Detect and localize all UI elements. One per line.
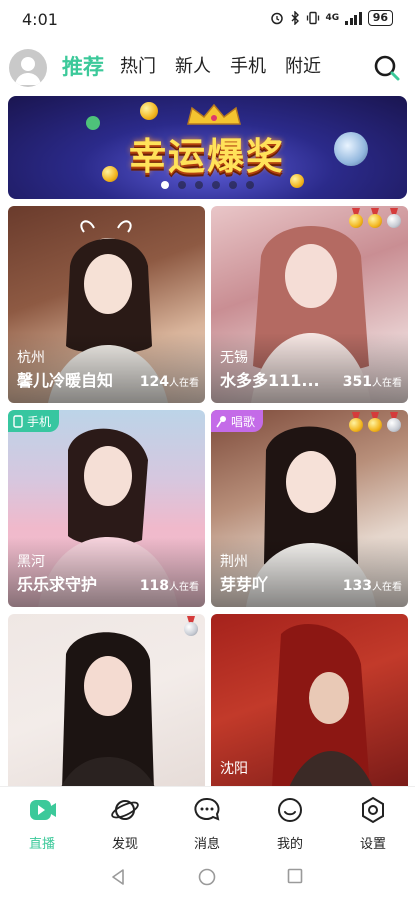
stream-card[interactable]: 杭州 馨儿冷暖自知 124人在看 [8, 206, 205, 403]
coin-decoration [140, 102, 158, 120]
category-tag-label: 唱歌 [231, 414, 256, 429]
stream-thumbnail [8, 614, 205, 786]
default-avatar-icon [15, 57, 41, 85]
live-icon [30, 800, 56, 820]
tab-phone[interactable]: 手机 [230, 54, 266, 80]
viewer-number: 118 [139, 578, 169, 594]
nav-me[interactable]: 我的 [255, 795, 325, 852]
banner-title: 幸运爆奖 [129, 134, 285, 178]
signal-icon [345, 11, 362, 25]
settings-icon [362, 796, 384, 824]
gold-medal-icon [367, 208, 383, 228]
viewer-count: 124人在看 [140, 374, 199, 390]
system-nav [0, 850, 415, 900]
planet-icon [111, 800, 139, 820]
stream-card[interactable] [8, 614, 205, 786]
tab-nearby[interactable]: 附近 [285, 54, 321, 80]
streamer-city: 无锡 [220, 350, 248, 366]
streamer-city: 荆州 [220, 554, 248, 570]
microphone-icon [216, 415, 226, 427]
gold-medal-icon [348, 208, 364, 228]
streamer-name: 芽芽吖 [220, 575, 269, 594]
rank-medals [348, 208, 402, 228]
viewer-number: 351 [342, 374, 372, 390]
status-time: 4:01 [22, 10, 58, 29]
pagination-dot[interactable] [246, 181, 254, 189]
viewer-suffix: 人在看 [169, 582, 199, 593]
alarm-icon [270, 12, 283, 25]
pagination-dot[interactable] [212, 181, 220, 189]
streamer-name: 水多多111... [220, 371, 320, 390]
nav-live[interactable]: 直播 [7, 795, 77, 852]
user-avatar[interactable] [9, 49, 47, 87]
stream-card[interactable]: 无锡 水多多111... 351人在看 [211, 206, 408, 403]
viewer-suffix: 人在看 [372, 378, 402, 389]
back-icon[interactable] [110, 868, 126, 886]
nav-discover[interactable]: 发现 [90, 795, 160, 852]
gold-medal-icon [367, 412, 383, 432]
pagination-dot[interactable] [195, 181, 203, 189]
stream-card[interactable]: 手机 黑河 乐乐求守护 118人在看 [8, 410, 205, 607]
nav-settings[interactable]: 设置 [338, 795, 408, 852]
category-tag: 手机 [8, 410, 60, 432]
silver-medal-icon [386, 208, 402, 228]
streamer-name: 乐乐求守护 [17, 575, 98, 594]
stream-card[interactable]: 唱歌 荆州 芽芽吖 133人在看 [211, 410, 408, 607]
promo-banner[interactable]: 幸运爆奖 [8, 96, 407, 199]
clover-decoration [86, 116, 100, 130]
stream-card[interactable]: 沈阳 [211, 614, 408, 786]
rank-medals [183, 616, 199, 636]
category-tag: 唱歌 [211, 410, 264, 432]
category-tabs: 推荐 热门 新人 手机 附近 [62, 54, 340, 80]
bottom-nav: 直播 发现 消息 我的 设置 [0, 786, 415, 852]
gold-medal-icon [348, 412, 364, 432]
message-icon [194, 797, 220, 821]
viewer-count: 351人在看 [343, 374, 402, 390]
crown-icon [187, 104, 241, 125]
streamer-silhouette [61, 632, 155, 786]
tab-hot[interactable]: 热门 [120, 54, 156, 80]
vibrate-icon [306, 11, 319, 25]
tab-recommend[interactable]: 推荐 [62, 54, 104, 80]
top-nav: 推荐 热门 新人 手机 附近 [0, 44, 415, 92]
network-type: 4G [325, 13, 340, 23]
viewer-count: 118人在看 [140, 578, 199, 594]
pagination-dot[interactable] [161, 181, 169, 189]
viewer-number: 133 [342, 578, 372, 594]
coin-decoration [334, 132, 368, 166]
status-icons: 4G 96 [270, 10, 393, 26]
recents-icon[interactable] [287, 868, 303, 884]
category-tag-label: 手机 [27, 414, 52, 429]
viewer-count: 133人在看 [343, 578, 402, 594]
tab-new[interactable]: 新人 [175, 54, 211, 80]
phone-icon [13, 414, 23, 428]
silver-medal-icon [183, 616, 199, 636]
pagination-dot[interactable] [229, 181, 237, 189]
status-bar: 4:01 4G 96 [0, 0, 415, 40]
streamer-name: 馨儿冷暖自知 [17, 371, 114, 390]
bluetooth-icon [291, 11, 299, 25]
banner-pagination [8, 181, 407, 189]
search-icon[interactable] [373, 54, 401, 82]
viewer-suffix: 人在看 [169, 378, 199, 389]
home-icon[interactable] [198, 868, 216, 886]
nav-messages[interactable]: 消息 [172, 795, 242, 852]
streamer-city: 沈阳 [220, 761, 248, 777]
smile-icon [278, 798, 302, 822]
viewer-number: 124 [139, 374, 169, 390]
streamer-city: 黑河 [17, 554, 45, 570]
battery-icon: 96 [367, 10, 393, 26]
rank-medals [348, 412, 402, 432]
streamer-city: 杭州 [17, 350, 45, 366]
viewer-suffix: 人在看 [372, 582, 402, 593]
silver-medal-icon [386, 412, 402, 432]
pagination-dot[interactable] [178, 181, 186, 189]
